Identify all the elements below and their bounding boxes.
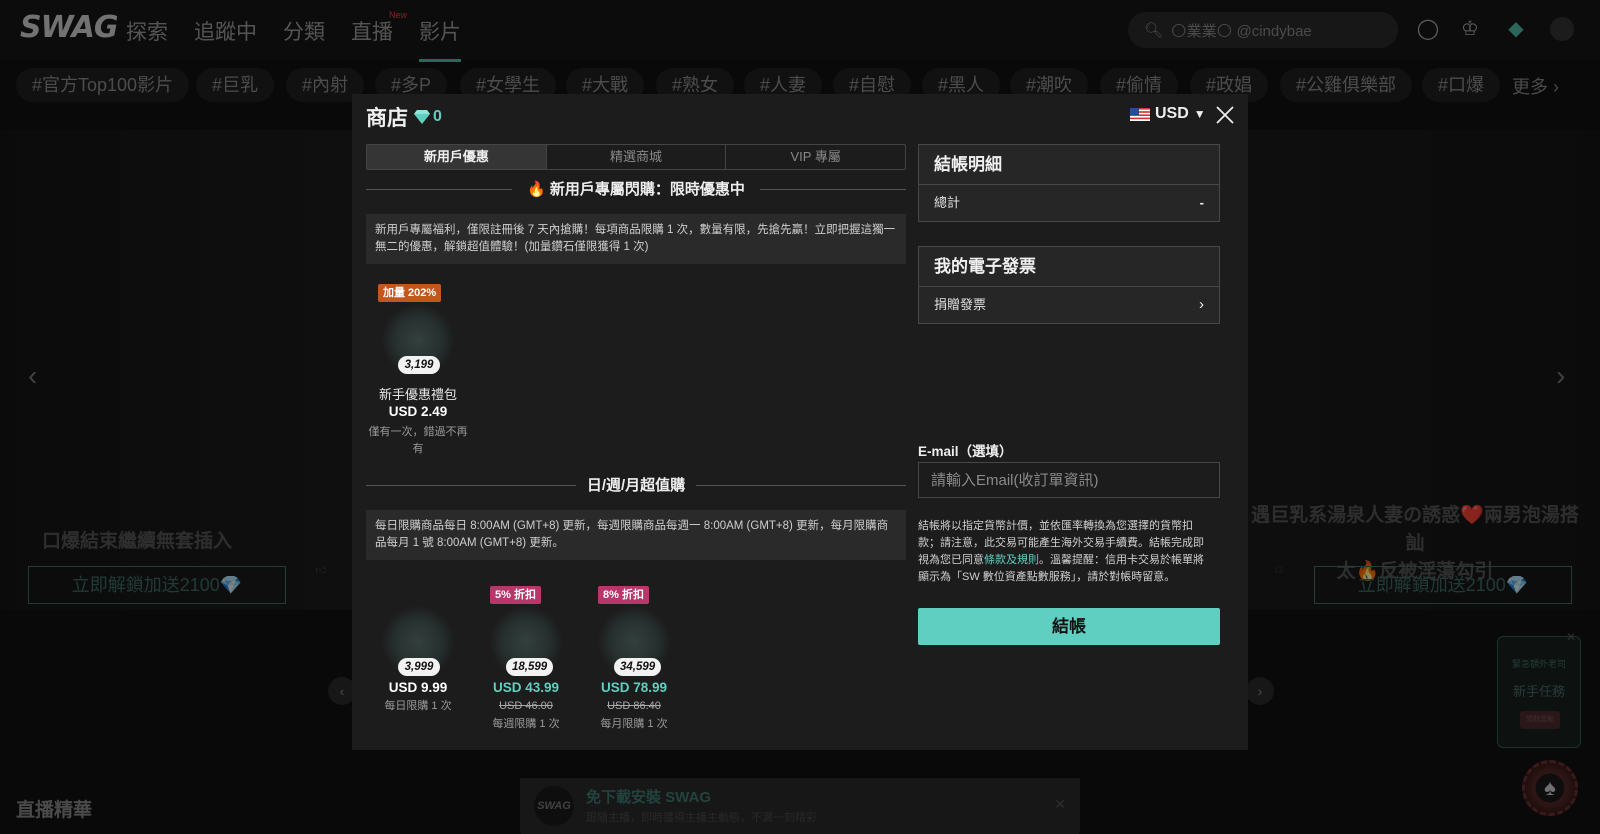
section-title: 日/週/月超值購 <box>586 477 686 494</box>
legal-notice: 結帳將以指定貨幣計價，並依匯率轉換為您選擇的貨幣扣款；請注意，此交易可能產生海外… <box>918 518 1210 586</box>
email-label: E-mail（選填） <box>918 444 1013 459</box>
original-price: USD 86.40 <box>607 700 661 712</box>
product-note: 每月限購 1 次 <box>600 718 668 730</box>
caret-down-icon: ▼ <box>1193 107 1206 121</box>
product-price: USD 2.49 <box>388 404 448 419</box>
e-invoice-panel: 我的電子發票 捐贈發票 › <box>918 246 1220 324</box>
product-price: USD 43.99 <box>492 680 560 695</box>
tab-new-user[interactable]: 新用戶優惠 <box>367 145 547 169</box>
product-price: USD 9.99 <box>388 680 448 695</box>
product-price: USD 78.99 <box>600 680 668 695</box>
gem-amount: 34,599 <box>614 658 662 676</box>
checkout-button[interactable]: 結帳 <box>918 608 1220 645</box>
currency-label: USD <box>1155 105 1189 122</box>
original-price: USD 46.00 <box>499 700 553 712</box>
gem-amount: 18,599 <box>506 658 554 676</box>
section-title: 🔥 新用戶專屬閃購：限時優惠中 <box>527 181 745 198</box>
panel-title: 結帳明細 <box>919 145 1219 185</box>
modal-title: 商店 <box>366 107 408 130</box>
total-value: - <box>1199 195 1204 210</box>
donate-invoice-label: 捐贈發票 <box>934 297 987 312</box>
checkout-detail-panel: 結帳明細 總計 - <box>918 144 1220 222</box>
product-note: 僅有一次，錯過不再有 <box>368 426 468 455</box>
currency-selector[interactable]: USD ▼ <box>1130 105 1206 123</box>
terms-link[interactable]: 條款及規則 <box>984 554 1039 566</box>
gem-amount: 3,999 <box>398 658 440 676</box>
section-header-daily-weekly-monthly: 日/週/月超值購 <box>366 474 906 496</box>
product-card[interactable]: 3,999 USD 9.99 每日限購 1 次 <box>368 586 468 756</box>
donate-invoice-row[interactable]: 捐贈發票 › <box>919 287 1219 323</box>
section-notice: 新用戶專屬福利，僅限註冊後 7 天內搶購！每項商品限購 1 次，數量有限，先搶先… <box>366 214 906 264</box>
discount-badge: 5% 折扣 <box>490 586 541 604</box>
product-card[interactable]: 5% 折扣 18,599 USD 43.99 USD 46.00 每週限購 1 … <box>476 586 576 756</box>
product-card[interactable]: 8% 折扣 34,599 USD 78.99 USD 86.40 每月限購 1 … <box>584 586 684 756</box>
gem-count: 0 <box>433 108 442 125</box>
shop-modal: 商店 0 USD ▼ 新用戶優惠 精選商城 VIP 專屬 🔥 新用戶專屬閃購：限… <box>352 94 1248 750</box>
section-notice: 每日限購商品每日 8:00AM (GMT+8) 更新，每週限購商品每週一 8:0… <box>366 510 906 560</box>
total-label: 總計 <box>934 195 961 210</box>
email-input[interactable] <box>918 462 1220 498</box>
total-row: 總計 - <box>919 185 1219 221</box>
close-icon[interactable] <box>1214 104 1236 126</box>
diamond-icon <box>414 110 430 124</box>
us-flag-icon <box>1130 107 1150 121</box>
discount-badge: 8% 折扣 <box>598 586 649 604</box>
product-note: 每日限購 1 次 <box>384 700 452 712</box>
panel-title: 我的電子發票 <box>919 247 1219 287</box>
gem-balance: 0 <box>414 108 442 126</box>
tab-featured-mall[interactable]: 精選商城 <box>547 145 727 169</box>
chevron-right-icon: › <box>1199 296 1204 313</box>
shop-tabs: 新用戶優惠 精選商城 VIP 專屬 <box>366 144 906 170</box>
product-card[interactable]: 加量 202% 3,199 新手優惠禮包 USD 2.49 僅有一次，錯過不再有 <box>368 284 468 455</box>
gem-amount: 3,199 <box>398 356 440 374</box>
section-header-flash-sale: 🔥 新用戶專屬閃購：限時優惠中 <box>366 178 906 200</box>
product-name: 新手優惠禮包 <box>378 387 457 402</box>
product-note: 每週限購 1 次 <box>492 718 560 730</box>
tab-vip[interactable]: VIP 專屬 <box>726 145 905 169</box>
bonus-badge: 加量 202% <box>378 284 442 302</box>
